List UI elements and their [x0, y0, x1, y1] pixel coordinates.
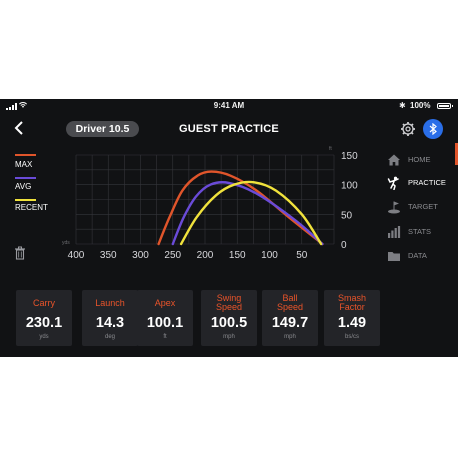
x-tick-label: 100: [261, 250, 278, 261]
x-tick-label: 350: [100, 250, 117, 261]
trajectory-chart: 400 350 300 250 200 150 100 50 150 100 50 0 yds ft: [62, 146, 358, 261]
x-tick-label: 400: [68, 250, 85, 261]
x-tick-label: 150: [229, 250, 246, 261]
nav-item-stats[interactable]: STATS: [385, 223, 455, 241]
stats-bars-icon: [387, 225, 401, 239]
metric-unit: mph: [284, 334, 296, 340]
club-selector[interactable]: Driver 10.5: [66, 121, 139, 137]
nav-label: PRACTICE: [408, 178, 446, 187]
nav-item-practice[interactable]: PRACTICE: [385, 174, 455, 192]
metric-unit: deg: [104, 334, 115, 340]
y-tick-label: 100: [341, 181, 358, 192]
nav-item-target[interactable]: TARGET: [385, 198, 455, 216]
y-tick-label: 50: [341, 210, 353, 221]
metric-unit: ft: [163, 334, 167, 340]
metric-label: Smash Factor: [337, 293, 366, 312]
x-tick-label: 200: [197, 250, 214, 261]
nav-label: STATS: [408, 227, 432, 236]
status-time: 9:41 AM: [213, 101, 245, 110]
metric-tile-smash-factor[interactable]: Smash Factor 1.49 bs/cs: [324, 290, 380, 346]
metric-label: Launch: [95, 298, 125, 308]
x-tick-label: 300: [132, 250, 149, 261]
nav-label: HOME: [408, 155, 431, 164]
metric-tile-apex[interactable]: Apex 100.1 ft: [137, 290, 193, 346]
metric-label: Ball Speed: [276, 293, 304, 312]
y-tick-label: 150: [341, 151, 358, 162]
bluetooth-icon: [429, 123, 437, 135]
metric-value: 14.3: [95, 315, 125, 331]
golfer-icon: [387, 176, 401, 191]
nav-item-data[interactable]: DATA: [385, 247, 455, 265]
target-flag-icon: [387, 200, 401, 214]
x-tick-label: 250: [164, 250, 181, 261]
metric-label: Carry: [33, 298, 55, 308]
metric-label: Swing Speed: [215, 293, 243, 312]
metric-tile-launch[interactable]: Launch 14.3 deg: [82, 290, 138, 346]
x-unit-label: yds: [62, 240, 70, 246]
home-icon: [387, 153, 401, 167]
metric-value: 100.1: [146, 315, 184, 331]
app-screen: 9:41 AM ✱ 100% Driver 10.5 GUEST PRACTIC…: [0, 99, 458, 357]
folder-icon: [387, 249, 401, 263]
metric-value: 100.5: [210, 315, 248, 331]
metric-unit: bs/cs: [344, 334, 359, 340]
y-tick-label: 0: [341, 240, 347, 251]
metric-tile-swing-speed[interactable]: Swing Speed 100.5 mph: [201, 290, 257, 346]
metric-unit: yds: [39, 334, 49, 340]
page-title: GUEST PRACTICE: [179, 123, 279, 135]
metric-value: 1.49: [337, 315, 367, 331]
metric-value: 230.1: [25, 315, 63, 331]
battery-icon: [437, 103, 451, 109]
gear-icon[interactable]: [400, 121, 416, 137]
battery-percent: 100%: [410, 101, 431, 110]
metric-tile-ball-speed[interactable]: Ball Speed 149.7 mph: [262, 290, 318, 346]
back-chevron-icon[interactable]: [12, 119, 26, 137]
nav-label: DATA: [408, 251, 427, 260]
metric-unit: mph: [223, 334, 235, 340]
metric-label: Apex: [154, 298, 176, 308]
nav-label: TARGET: [408, 202, 438, 211]
metric-tile-carry[interactable]: Carry 230.1 yds: [16, 290, 72, 346]
bluetooth-status-icon: ✱: [399, 101, 406, 110]
x-tick-label: 50: [296, 250, 308, 261]
bluetooth-button[interactable]: [423, 119, 443, 139]
status-bar: 9:41 AM ✱ 100%: [0, 99, 458, 113]
y-unit-label: ft: [329, 146, 332, 152]
metric-value: 149.7: [271, 315, 309, 331]
nav-item-home[interactable]: HOME: [385, 151, 455, 169]
